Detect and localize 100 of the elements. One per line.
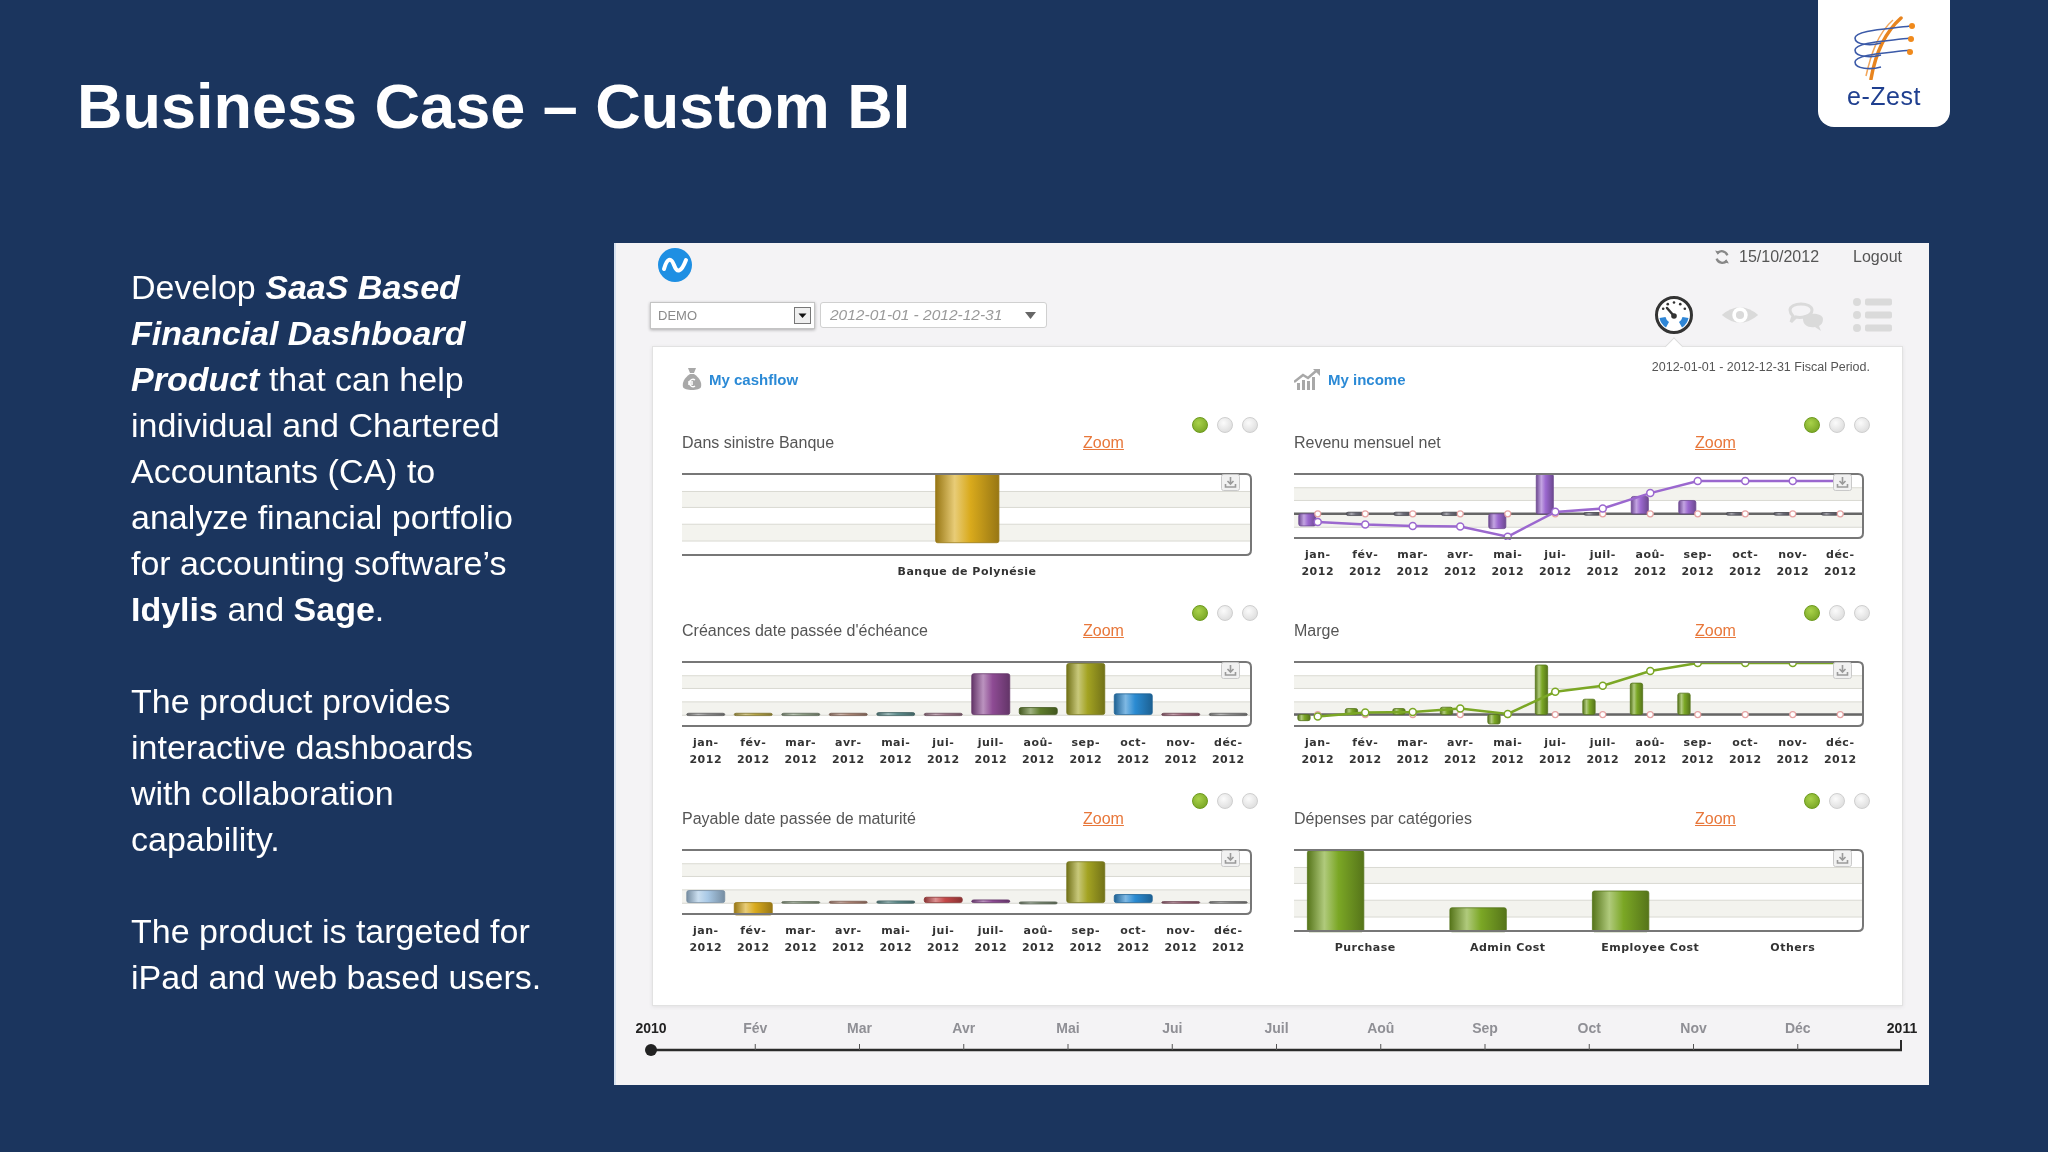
axis-label: jan- 2012: [1300, 547, 1336, 580]
axis-label: mar- 2012: [1395, 735, 1431, 768]
axis-label: Purchase: [1334, 940, 1396, 956]
page-dot-icon[interactable]: [1804, 793, 1820, 809]
axis-label: sep- 2012: [1068, 735, 1104, 768]
axis-label: juil- 2012: [973, 735, 1009, 768]
page-dot-icon[interactable]: [1854, 417, 1870, 433]
axis-label: jui- 2012: [1537, 547, 1573, 580]
page-dot-icon[interactable]: [1192, 793, 1208, 809]
axis-label: déc- 2012: [1210, 735, 1246, 768]
axis-label: mai- 2012: [1490, 547, 1526, 580]
axis-label: jui- 2012: [1537, 735, 1573, 768]
chart-title: Dans sinistre Banque: [682, 434, 836, 452]
page-dot-icon[interactable]: [1217, 417, 1233, 433]
axis-label: Admin Cost: [1469, 940, 1546, 956]
date-range-field[interactable]: 2012-01-01 - 2012-12-31: [820, 302, 1047, 328]
page-dot-icon[interactable]: [1242, 417, 1258, 433]
axis-label: nov- 2012: [1163, 923, 1199, 956]
axis-label: juil- 2012: [1585, 547, 1621, 580]
page-dot-icon[interactable]: [1829, 605, 1845, 621]
axis-label: avr- 2012: [830, 735, 866, 768]
axis-label: sep- 2012: [1068, 923, 1104, 956]
page-dot-icon[interactable]: [1854, 793, 1870, 809]
account-select[interactable]: DEMO: [650, 301, 815, 329]
timeline-label: Oct: [1577, 1020, 1601, 1036]
axis-label: mar- 2012: [1395, 547, 1431, 580]
axis-label: mai- 2012: [878, 923, 914, 956]
timeline-label: Aoû: [1367, 1020, 1395, 1036]
axis-label: fév- 2012: [735, 735, 771, 768]
axis-label: déc- 2012: [1210, 923, 1246, 956]
caret-icon[interactable]: [794, 306, 811, 324]
money-bag-icon: [682, 366, 702, 392]
zoom-link[interactable]: Zoom: [1083, 810, 1124, 828]
axis-label: nov- 2012: [1775, 735, 1811, 768]
timeline-label: 2011: [1886, 1020, 1918, 1036]
slide-title: Business Case – Custom BI: [77, 70, 911, 142]
zoom-link[interactable]: Zoom: [1083, 622, 1124, 640]
date-text: 15/10/2012: [1739, 248, 1820, 266]
axis-label: aoû- 2012: [1632, 547, 1668, 580]
page-dot-icon[interactable]: [1829, 417, 1845, 433]
timeline-label: Déc: [1784, 1020, 1811, 1036]
page-dot-icon[interactable]: [1804, 417, 1820, 433]
page-dot-icon[interactable]: [1829, 793, 1845, 809]
logo-text: e-Zest: [1847, 82, 1921, 110]
timeline-label: Juil: [1264, 1020, 1289, 1036]
fiscal-period-text: 2012-01-01 - 2012-12-31 Fiscal Period.: [1651, 359, 1870, 375]
page-dot-icon[interactable]: [1217, 605, 1233, 621]
timeline-label: Fév: [743, 1020, 768, 1036]
axis-label: juil- 2012: [1585, 735, 1621, 768]
axis-label: jan- 2012: [688, 923, 724, 956]
timeline-label: Mar: [847, 1020, 872, 1036]
axis-label: mar- 2012: [783, 735, 819, 768]
page-dot-icon[interactable]: [1242, 605, 1258, 621]
zoom-link[interactable]: Zoom: [1695, 622, 1736, 640]
chart-title: Revenu mensuel net: [1294, 434, 1442, 452]
page-dot-icon[interactable]: [1242, 793, 1258, 809]
gauge-icon[interactable]: [1654, 295, 1694, 335]
axis-label: déc- 2012: [1822, 735, 1858, 768]
axis-label: oct- 2012: [1115, 923, 1151, 956]
axis-label: fév- 2012: [1347, 735, 1383, 768]
axis-label: mai- 2012: [1490, 735, 1526, 768]
axis-label: avr- 2012: [1442, 735, 1478, 768]
wave-logo-icon[interactable]: [658, 248, 692, 282]
axis-label: oct- 2012: [1727, 547, 1763, 580]
intro-paragraph: Develop SaaS Based Financial Dashboard Product that can help individual and Chartered Accountants (CA) to analyze financial portfolio for accounting software’s Idylis and Sage.: [131, 267, 514, 630]
axis-label: déc- 2012: [1822, 547, 1858, 580]
timeline-label: Nov: [1680, 1020, 1707, 1036]
rising-chart-icon: [1294, 368, 1321, 390]
axis-label: juil- 2012: [973, 923, 1009, 956]
page-dot-icon[interactable]: [1804, 605, 1820, 621]
axis-label: mai- 2012: [878, 735, 914, 768]
logout-link[interactable]: Logout: [1853, 248, 1902, 266]
timeline-label: Avr: [952, 1020, 976, 1036]
axis-label: oct- 2012: [1727, 735, 1763, 768]
timeline-label: 2010: [635, 1020, 667, 1036]
axis-label: Employee Cost: [1601, 940, 1700, 956]
timeline-label: Mai: [1056, 1020, 1080, 1036]
axis-label: aoû- 2012: [1632, 735, 1668, 768]
intro-paragraph: The product provides interactive dashboards with collaboration capability.: [131, 681, 475, 860]
axis-label: avr- 2012: [1442, 547, 1478, 580]
page-dot-icon[interactable]: [1217, 793, 1233, 809]
axis-label: jan- 2012: [1300, 735, 1336, 768]
section-title[interactable]: My cashflow: [709, 370, 799, 388]
page-dot-icon[interactable]: [1192, 417, 1208, 433]
timeline-handle[interactable]: [645, 1044, 657, 1056]
section-title[interactable]: My income: [1328, 370, 1406, 388]
axis-label: fév- 2012: [735, 923, 771, 956]
page-dot-icon[interactable]: [1854, 605, 1870, 621]
chart-title: Payable date passée de maturité: [682, 810, 917, 828]
refresh-icon[interactable]: [1714, 249, 1730, 265]
download-icon[interactable]: [1221, 474, 1240, 491]
list-icon[interactable]: [1852, 295, 1892, 335]
zoom-link[interactable]: Zoom: [1695, 434, 1736, 452]
intro-paragraph: The product is targeted for iPad and web based users.: [131, 911, 543, 998]
chart-title: Marge: [1294, 622, 1341, 640]
zoom-link[interactable]: Zoom: [1695, 810, 1736, 828]
axis-label: sep- 2012: [1680, 735, 1716, 768]
page-dot-icon[interactable]: [1192, 605, 1208, 621]
axis-label: Banque de Polynésie: [897, 564, 1037, 580]
zoom-link[interactable]: Zoom: [1083, 434, 1124, 452]
